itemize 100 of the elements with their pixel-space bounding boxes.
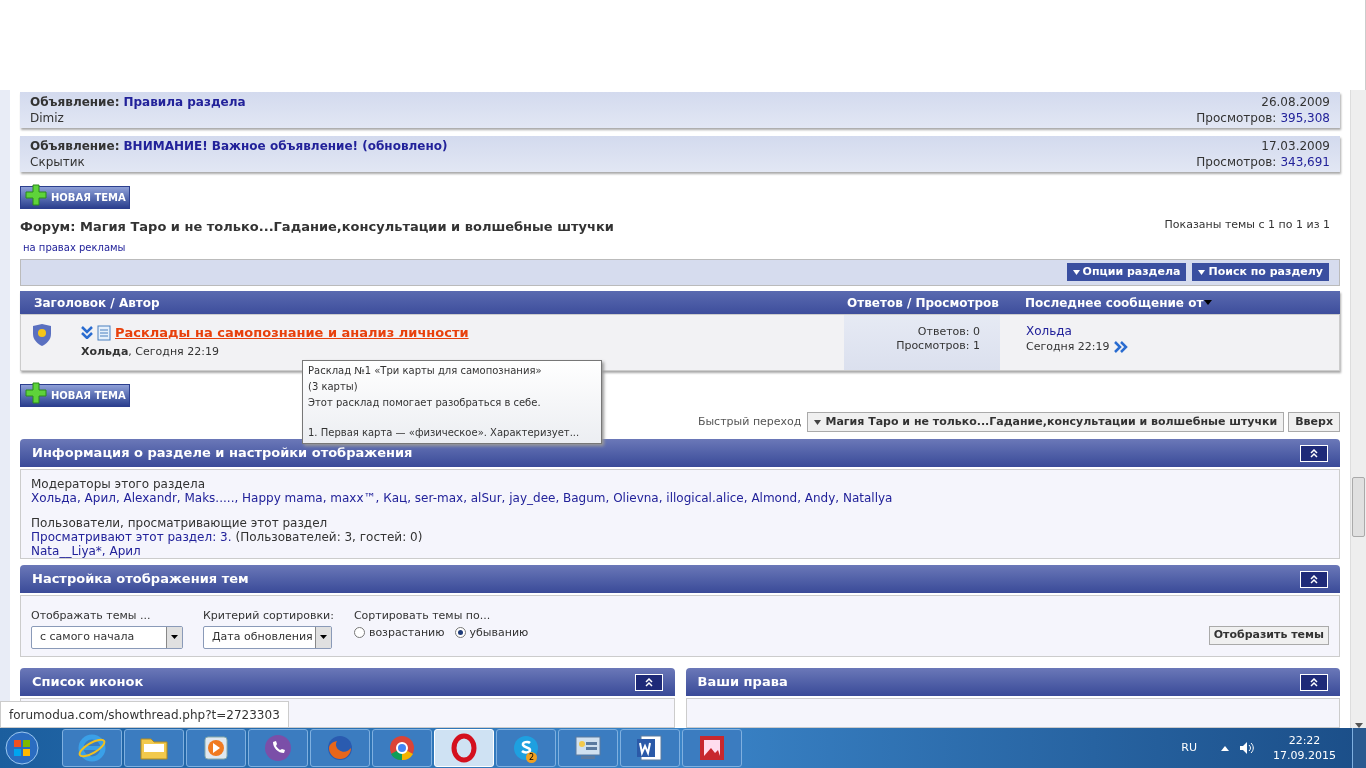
caret-icon xyxy=(1204,300,1213,305)
thread-time: , Сегодня 22:19 xyxy=(128,343,219,360)
o-letter-icon xyxy=(449,733,479,763)
sort-label: Сортировать темы по... xyxy=(353,608,492,624)
collapse-button[interactable] xyxy=(1300,570,1328,588)
language-indicator[interactable]: RU xyxy=(1181,739,1197,757)
pagination-info: Показаны темы с 1 по 1 из 1 xyxy=(1164,217,1330,233)
top-button[interactable]: Вверх xyxy=(1288,412,1340,432)
radio-button[interactable] xyxy=(454,627,466,639)
play-icon xyxy=(202,734,230,762)
radio-option[interactable]: убыванию xyxy=(454,624,529,641)
dropdown-button[interactable]: Поиск по разделу xyxy=(1192,263,1329,281)
windows-logo-icon xyxy=(5,731,39,765)
section-title: Ваши права xyxy=(697,673,788,692)
section-title: Информация о разделе и настройки отображения xyxy=(32,444,413,463)
announcement-link[interactable]: ВНИМАНИЕ! Важное объявление! (обновлено) xyxy=(123,138,448,154)
announcement-link[interactable]: Правила раздела xyxy=(123,94,246,110)
plus-icon xyxy=(25,382,47,404)
double-chevron-down-icon[interactable] xyxy=(81,326,93,340)
views-count: Просмотров: 1 xyxy=(896,339,980,353)
thread-link[interactable]: Расклады на самопознание и анализ личности xyxy=(115,323,469,343)
double-chevron-up-icon xyxy=(1310,677,1318,687)
announcement-author: Dimiz xyxy=(30,110,65,126)
announcement-date: 26.08.2009 xyxy=(1261,94,1330,110)
viewers-count-link[interactable]: Просматривают этот раздел: 3. xyxy=(31,530,232,544)
show-topics-button[interactable]: Отобразить темы xyxy=(1208,626,1329,645)
clock[interactable]: 22:22 17.09.2015 xyxy=(1273,733,1336,763)
notification-badge: 2 xyxy=(526,752,537,763)
moderators-label: Модераторы этого раздела xyxy=(31,477,207,491)
announcement-author: Скрытик xyxy=(30,154,86,170)
status-url: forumodua.com/showthread.php?t=2723303 xyxy=(0,701,289,728)
last-post-user[interactable]: Хольда xyxy=(1026,324,1339,339)
document-icon xyxy=(97,324,111,341)
dropdown-button[interactable]: Опции раздела xyxy=(1066,263,1187,281)
section-title: Настройка отображения тем xyxy=(32,570,249,589)
views-label: Просмотров: xyxy=(1196,154,1277,170)
plus-icon xyxy=(25,184,47,206)
field-label: Отображать темы ... xyxy=(31,608,152,624)
select-field[interactable]: с самого начала xyxy=(31,625,183,649)
field-label: Критерий сортировки: xyxy=(203,608,334,624)
scrollbar-thumb[interactable] xyxy=(1352,476,1365,537)
tooltip-line: Расклад №1 «Три карты для самопознания» xyxy=(308,364,542,378)
taskbar-app[interactable] xyxy=(310,729,370,767)
s-cloud-icon xyxy=(511,733,541,763)
taskbar-app[interactable] xyxy=(682,729,742,767)
double-chevron-up-icon xyxy=(1310,448,1318,458)
views-label: Просмотров: xyxy=(1196,110,1277,126)
column-header: Последнее сообщение от xyxy=(1025,294,1204,312)
double-chevron-up-icon xyxy=(1310,574,1318,584)
taskbar-app[interactable] xyxy=(372,729,432,767)
picture-icon xyxy=(698,734,726,762)
tooltip-line: 1. Первая карта — «физическое». Характеризует... xyxy=(308,426,580,440)
section-title: Список иконок xyxy=(32,673,144,692)
new-topic-button[interactable]: НОВАЯ ТЕМА xyxy=(20,186,130,209)
views-count[interactable]: 343,691 xyxy=(1280,154,1330,170)
caret-icon xyxy=(1072,269,1080,275)
e-letter-icon xyxy=(77,733,107,763)
w-document-icon xyxy=(635,733,665,763)
select-field[interactable]: Дата обновления xyxy=(203,625,332,649)
folder-icon xyxy=(139,735,169,761)
caret-icon xyxy=(1198,269,1206,275)
column-header: Заголовок / Автор xyxy=(33,294,161,312)
tooltip-line: Этот расклад помогает разобраться в себе. xyxy=(308,396,541,410)
column-header: Ответов / Просмотров xyxy=(846,294,1000,312)
announcement-date: 17.03.2009 xyxy=(1261,138,1330,154)
last-post-time: Сегодня 22:19 xyxy=(1026,339,1110,354)
taskbar-app[interactable] xyxy=(186,729,246,767)
collapse-button[interactable] xyxy=(1300,444,1328,462)
taskbar-app[interactable] xyxy=(558,729,618,767)
moderators-list[interactable]: Хольда, Арил, Alexandr, Maks....., Happy mama, maxx™, Кац, ser-max, alSur, jay_dee, Bagum, Olievna, illogical.alice, Almond, Andy, Natallya xyxy=(31,491,1329,505)
viewers-count-note: (Пользователей: 3, гостей: 0) xyxy=(235,530,423,544)
radio-option[interactable]: возрастанию xyxy=(353,624,445,641)
viewers-label: Пользователи, просматривающие этот раздел xyxy=(31,516,329,530)
quick-nav-dropdown[interactable]: Магия Таро и не только...Гадание,консультации и волшебные штучки xyxy=(807,412,1285,432)
double-chevron-up-icon xyxy=(644,677,653,687)
radio-button[interactable] xyxy=(353,627,365,639)
replies-count: Ответов: 0 xyxy=(917,325,980,339)
show-desktop-button[interactable] xyxy=(1352,728,1366,768)
announcement-label: Объявление: xyxy=(30,138,120,154)
monitor-icon xyxy=(573,734,603,762)
phone-bubble-icon xyxy=(263,733,293,763)
caret-up-icon[interactable] xyxy=(1221,745,1229,751)
caret-icon xyxy=(814,419,822,425)
taskbar-app[interactable] xyxy=(620,729,680,767)
quick-nav-label: Быстрый переход xyxy=(697,413,802,430)
forum-title: Форум: Магия Таро и не только...Гадание,консультации и волшебные штучки xyxy=(20,218,614,236)
speaker-icon[interactable] xyxy=(1239,741,1255,755)
new-topic-button[interactable]: НОВАЯ ТЕМА xyxy=(20,384,130,407)
ad-link[interactable]: на правах рекламы xyxy=(23,239,614,255)
round-color-icon xyxy=(387,733,417,763)
tooltip-line: (3 карты) xyxy=(308,380,358,394)
collapse-button[interactable] xyxy=(634,673,663,691)
announcement-label: Объявление: xyxy=(30,94,120,110)
taskbar-app[interactable] xyxy=(124,729,184,767)
double-chevron-right-icon[interactable] xyxy=(1113,340,1128,353)
collapse-button[interactable] xyxy=(1300,673,1328,691)
shield-star-icon xyxy=(31,323,53,347)
taskbar-app[interactable]: 2 xyxy=(496,729,556,767)
views-count[interactable]: 395,308 xyxy=(1280,110,1330,126)
viewers-list[interactable]: Nata__Liya*, Арил xyxy=(31,544,1329,558)
